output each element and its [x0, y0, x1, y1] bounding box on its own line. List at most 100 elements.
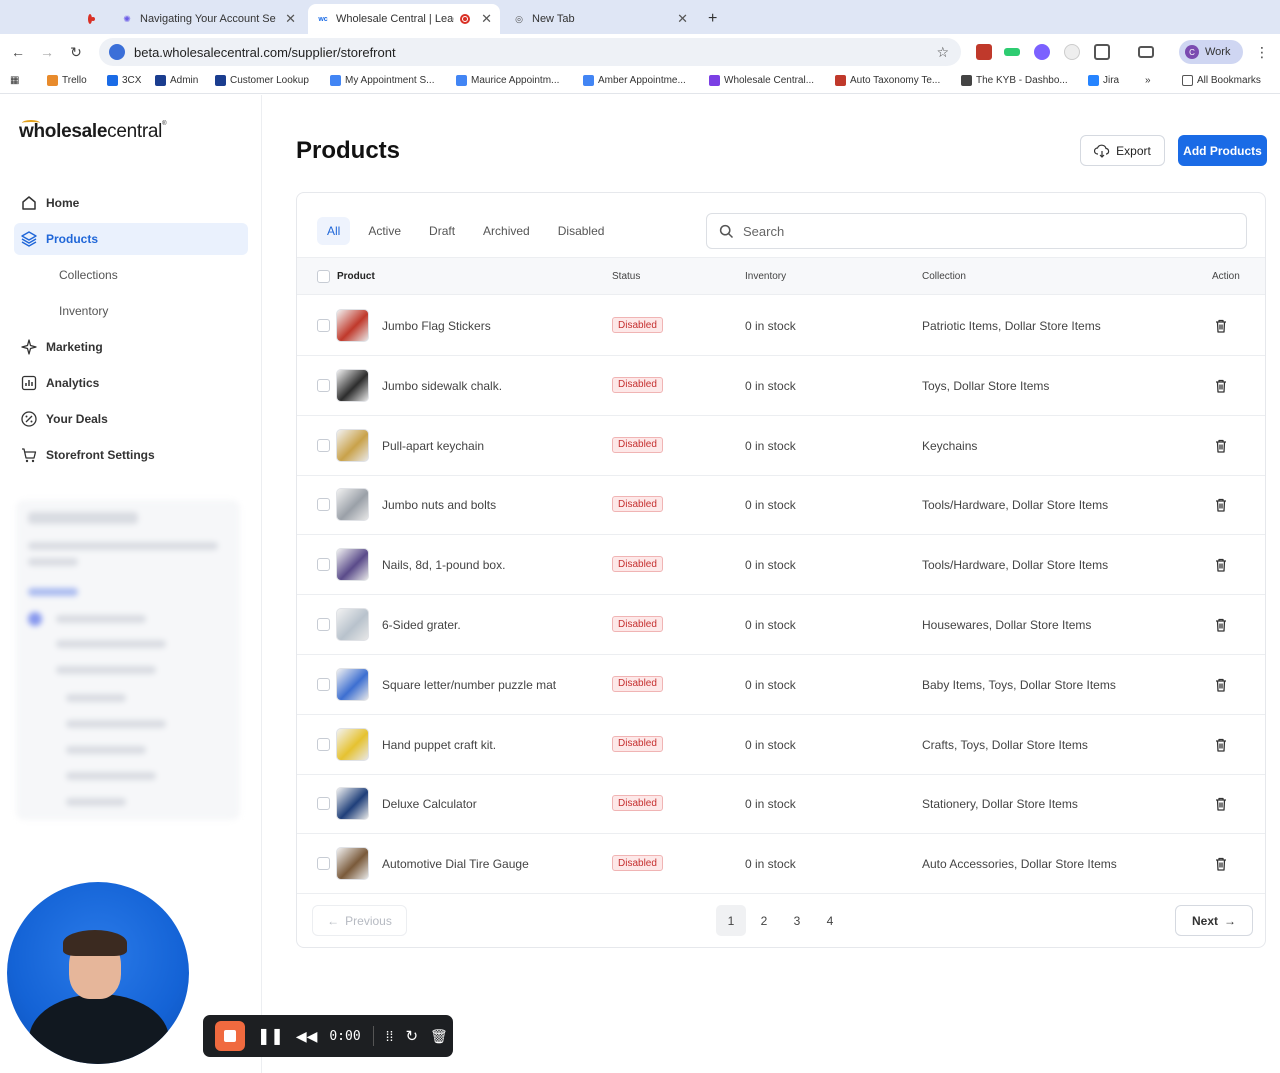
bookmark-item[interactable]: Customer Lookup [215, 75, 309, 86]
table-row[interactable]: Jumbo sidewalk chalk. Disabled 0 in stock T… [297, 356, 1265, 416]
sidebar-item-inventory[interactable]: Inventory [14, 295, 248, 327]
browser-tab-1[interactable]: ✺ Navigating Your Account Setti ✕ [112, 4, 304, 34]
bookmark-item[interactable]: All Bookmarks [1182, 75, 1261, 86]
row-checkbox[interactable] [317, 558, 330, 572]
page-button-1[interactable]: 1 [716, 905, 746, 936]
trash-icon[interactable]: 🗑 [430, 1028, 448, 1045]
page-button-4[interactable]: 4 [815, 905, 845, 936]
trash-icon[interactable] [1213, 796, 1229, 812]
product-name[interactable]: Jumbo sidewalk chalk. [382, 379, 502, 393]
page-button-3[interactable]: 3 [782, 905, 812, 936]
back-arrow-icon[interactable]: ← [8, 42, 28, 62]
product-name[interactable]: Pull-apart keychain [382, 439, 484, 453]
tab-all[interactable]: All [317, 217, 351, 245]
bookmark-item[interactable]: Admin [155, 75, 198, 86]
rewind-icon[interactable]: ◀◀ [296, 1028, 318, 1045]
forward-arrow-icon[interactable]: → [37, 42, 57, 62]
extension-icon[interactable] [1064, 44, 1080, 60]
row-checkbox[interactable] [317, 498, 330, 512]
bookmark-item[interactable]: Trello [47, 75, 87, 86]
extension-icon[interactable] [976, 44, 992, 60]
product-name[interactable]: Automotive Dial Tire Gauge [382, 857, 529, 871]
row-checkbox[interactable] [317, 677, 330, 691]
page-button-2[interactable]: 2 [749, 905, 779, 936]
product-name[interactable]: 6-Sided grater. [382, 618, 461, 632]
previous-button[interactable]: ← Previous [312, 905, 407, 936]
bookmark-item[interactable]: Amber Appointme... [583, 75, 686, 86]
sidebar-item-analytics[interactable]: Analytics [14, 367, 248, 399]
stop-recording-button[interactable] [215, 1021, 245, 1051]
tab-archived[interactable]: Archived [473, 217, 540, 245]
reload-icon[interactable]: ↻ [66, 42, 86, 62]
select-all-checkbox[interactable] [317, 270, 330, 283]
extension-icon[interactable] [1004, 48, 1020, 56]
table-row[interactable]: Automotive Dial Tire Gauge Disabled 0 in s… [297, 834, 1265, 895]
next-button[interactable]: Next → [1175, 905, 1253, 936]
product-name[interactable]: Nails, 8d, 1-pound box. [382, 558, 505, 572]
product-name[interactable]: Hand puppet craft kit. [382, 738, 496, 752]
bookmarks-overflow-icon[interactable]: » [1145, 75, 1151, 86]
tab-active[interactable]: Active [358, 217, 411, 245]
table-row[interactable]: 6-Sided grater. Disabled 0 in stock Housewa… [297, 595, 1265, 655]
tab-draft[interactable]: Draft [419, 217, 465, 245]
profile-chip[interactable]: C Work [1179, 40, 1243, 64]
bookmark-item[interactable]: My Appointment S... [330, 75, 435, 86]
trash-icon[interactable] [1213, 856, 1229, 872]
apps-grid-icon[interactable]: ▦ [10, 75, 19, 86]
bookmark-star-icon[interactable]: ☆ [936, 44, 949, 61]
close-icon[interactable]: ✕ [285, 11, 296, 27]
site-info-icon[interactable] [109, 44, 125, 60]
row-checkbox[interactable] [317, 797, 330, 811]
new-tab-plus-icon[interactable]: + [700, 4, 724, 34]
bookmark-item[interactable]: The KYB - Dashbo... [961, 75, 1068, 86]
sidebar-item-storefront-settings[interactable]: Storefront Settings [14, 439, 248, 471]
trash-icon[interactable] [1213, 677, 1229, 693]
search-input[interactable] [743, 223, 1223, 239]
trash-icon[interactable] [1213, 737, 1229, 753]
bookmark-item[interactable]: Jira [1088, 75, 1119, 86]
table-row[interactable]: Nails, 8d, 1-pound box. Disabled 0 in stoc… [297, 535, 1265, 596]
tab-disabled[interactable]: Disabled [548, 217, 615, 245]
cast-icon[interactable] [1138, 46, 1154, 58]
kebab-menu-icon[interactable]: ⋮ [1252, 42, 1272, 62]
add-products-button[interactable]: Add Products [1178, 135, 1267, 166]
row-checkbox[interactable] [317, 618, 330, 631]
grid-dots-icon[interactable]: ⁞⁞ [386, 1028, 394, 1044]
row-checkbox[interactable] [317, 378, 330, 392]
url-bar[interactable]: beta.wholesalecentral.com/supplier/store… [99, 38, 961, 66]
table-row[interactable]: Jumbo nuts and bolts Disabled 0 in stock To… [297, 475, 1265, 536]
trash-icon[interactable] [1213, 557, 1229, 573]
close-icon[interactable]: ✕ [481, 11, 492, 27]
table-row[interactable]: Hand puppet craft kit. Disabled 0 in stock… [297, 715, 1265, 775]
trash-icon[interactable] [1213, 438, 1229, 454]
trash-icon[interactable] [1213, 318, 1229, 334]
sidebar-item-home[interactable]: Home [14, 187, 248, 219]
table-row[interactable]: Jumbo Flag Stickers Disabled 0 in stock Pat… [297, 296, 1265, 356]
browser-tab-3[interactable]: ◎ New Tab ✕ [504, 4, 696, 34]
sidebar-item-marketing[interactable]: Marketing [14, 331, 248, 363]
pause-icon[interactable]: ❚❚ [257, 1026, 284, 1046]
table-row[interactable]: Deluxe Calculator Disabled 0 in stock Stati… [297, 774, 1265, 835]
trash-icon[interactable] [1213, 617, 1229, 633]
webcam-bubble[interactable] [7, 882, 189, 1064]
sidebar-item-collections[interactable]: Collections [14, 259, 248, 291]
trash-icon[interactable] [1213, 497, 1229, 513]
row-checkbox[interactable] [317, 319, 330, 332]
trash-icon[interactable] [1213, 378, 1229, 394]
product-name[interactable]: Jumbo nuts and bolts [382, 498, 496, 512]
extensions-puzzle-icon[interactable] [1094, 44, 1110, 60]
logo[interactable]: wholesalecentral® [19, 121, 166, 143]
row-checkbox[interactable] [317, 438, 330, 452]
table-row[interactable]: Square letter/number puzzle mat Disabled 0… [297, 655, 1265, 715]
bookmark-item[interactable]: Auto Taxonomy Te... [835, 75, 940, 86]
bookmark-item[interactable]: Maurice Appointm... [456, 75, 559, 86]
row-checkbox[interactable] [317, 737, 330, 751]
bookmark-item[interactable]: 3CX [107, 75, 141, 86]
product-name[interactable]: Jumbo Flag Stickers [382, 319, 491, 333]
browser-tab-2[interactable]: wc Wholesale Central | Leadin ✕ [308, 4, 500, 34]
table-row[interactable]: Pull-apart keychain Disabled 0 in stock Key… [297, 416, 1265, 476]
extension-icon[interactable] [1034, 44, 1050, 60]
export-button[interactable]: Export [1080, 135, 1165, 166]
row-checkbox[interactable] [317, 857, 330, 871]
sidebar-item-products[interactable]: Products [14, 223, 248, 255]
